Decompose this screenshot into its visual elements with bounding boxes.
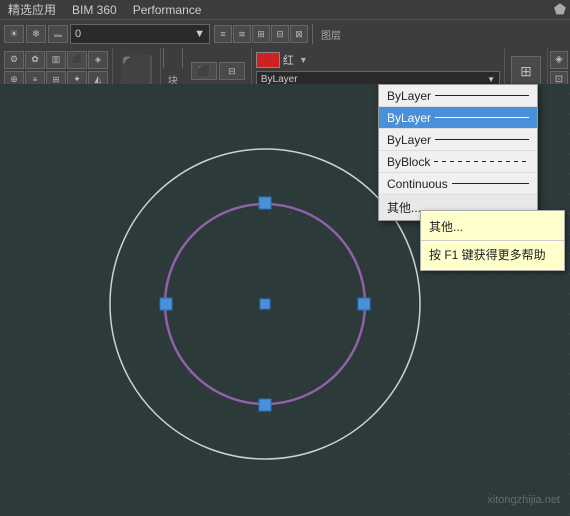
lt-label-3: ByLayer bbox=[387, 133, 431, 147]
layer-label: 图层 bbox=[321, 27, 341, 42]
layer-dropdown-arrow: ▼ bbox=[194, 28, 205, 40]
tb-icon-2[interactable]: ✿ bbox=[25, 51, 45, 69]
layer-icon-b[interactable]: ≋ bbox=[233, 25, 251, 43]
lt-line-4 bbox=[434, 161, 529, 162]
nav-arrows[interactable]: ⬟ bbox=[554, 1, 566, 18]
linetype-bylayer3[interactable]: ByLayer bbox=[379, 129, 537, 151]
context-help[interactable]: 按 F1 键获得更多帮助 bbox=[421, 243, 564, 266]
handle-center bbox=[260, 299, 270, 309]
color-row: 红 ▼ bbox=[256, 52, 500, 68]
color-dropdown-arrow[interactable]: ▼ bbox=[299, 55, 308, 65]
tb-icon-3[interactable]: ▥ bbox=[46, 51, 66, 69]
context-popup: 其他... 按 F1 键获得更多帮助 bbox=[420, 210, 565, 271]
icon-row-1: ⚙ ✿ ▥ ⬛ ◈ bbox=[4, 51, 108, 69]
layer-icon-e[interactable]: ⊠ bbox=[290, 25, 308, 43]
linetype-continuous[interactable]: Continuous bbox=[379, 173, 537, 195]
lt-line-2 bbox=[435, 117, 529, 118]
layer-icon-2[interactable]: ❄ bbox=[26, 25, 46, 43]
color-label: 红 bbox=[283, 52, 294, 68]
menu-item-jingxuan[interactable]: 精选应用 bbox=[4, 1, 60, 18]
prop-icon-1[interactable]: ⬛ bbox=[191, 62, 217, 80]
handle-left bbox=[160, 298, 172, 310]
bylayer-val1: ByLayer bbox=[261, 74, 298, 85]
layer-extra-icons: ≡ ≋ ⊞ ⊟ ⊠ bbox=[214, 25, 308, 43]
tb-icon-1[interactable]: ⚙ bbox=[4, 51, 24, 69]
prop-icon-2[interactable]: ⊟ bbox=[219, 62, 245, 80]
layer-icon-c[interactable]: ⊞ bbox=[252, 25, 270, 43]
handle-bottom bbox=[259, 399, 271, 411]
menu-item-performance[interactable]: Performance bbox=[129, 3, 206, 17]
context-other[interactable]: 其他... bbox=[421, 215, 564, 238]
tb-icon-4[interactable]: ⬛ bbox=[67, 51, 87, 69]
group-icon[interactable]: ⊞ bbox=[511, 56, 541, 86]
layer-icon-a[interactable]: ≡ bbox=[214, 25, 232, 43]
layer-icon-3[interactable]: ▬ bbox=[48, 25, 68, 43]
toolbar-row1: ☀ ❄ ▬ 0 ▼ ≡ ≋ ⊞ ⊟ ⊠ 图层 bbox=[0, 20, 570, 48]
sep3 bbox=[182, 48, 183, 68]
menu-bar: 精选应用 BIM 360 Performance ⬟ bbox=[0, 0, 570, 20]
menu-item-bim360[interactable]: BIM 360 bbox=[68, 3, 121, 17]
insert-block-icon: ⬛ bbox=[119, 57, 154, 85]
layer-dropdown[interactable]: 0 ▼ bbox=[70, 24, 210, 44]
layer-icon-d[interactable]: ⊟ bbox=[271, 25, 289, 43]
tb-icon-5[interactable]: ◈ bbox=[88, 51, 108, 69]
lt-line-1 bbox=[435, 95, 529, 96]
lt-label-1: ByLayer bbox=[387, 89, 431, 103]
layer-value: 0 bbox=[75, 28, 81, 40]
linetype-byblock[interactable]: ByBlock bbox=[379, 151, 537, 173]
properties-row1: ⬛ ⊟ bbox=[191, 62, 245, 80]
handle-right bbox=[358, 298, 370, 310]
layer-controls: ☀ ❄ ▬ 0 ▼ ≡ ≋ ⊞ ⊟ ⊠ bbox=[4, 24, 308, 44]
sep1 bbox=[312, 24, 313, 44]
linetype-bylayer2-selected[interactable]: ByLayer bbox=[379, 107, 537, 129]
lt-line-3 bbox=[435, 139, 529, 140]
lt-label-5: Continuous bbox=[387, 177, 448, 191]
lt-label-4: ByBlock bbox=[387, 155, 430, 169]
context-divider bbox=[421, 240, 564, 241]
lt-label-2: ByLayer bbox=[387, 111, 431, 125]
layer-icon-1[interactable]: ☀ bbox=[4, 25, 24, 43]
linetype-bylayer1[interactable]: ByLayer bbox=[379, 85, 537, 107]
bylayer-arrow1: ▼ bbox=[487, 75, 495, 84]
sep2 bbox=[163, 48, 164, 68]
linetype-panel: ByLayer ByLayer ByLayer ByBlock Continuo… bbox=[378, 84, 538, 221]
handle-top bbox=[259, 197, 271, 209]
color-swatch[interactable] bbox=[256, 52, 280, 68]
right-icon-1[interactable]: ◈ bbox=[550, 51, 568, 69]
lt-line-5 bbox=[452, 183, 529, 184]
